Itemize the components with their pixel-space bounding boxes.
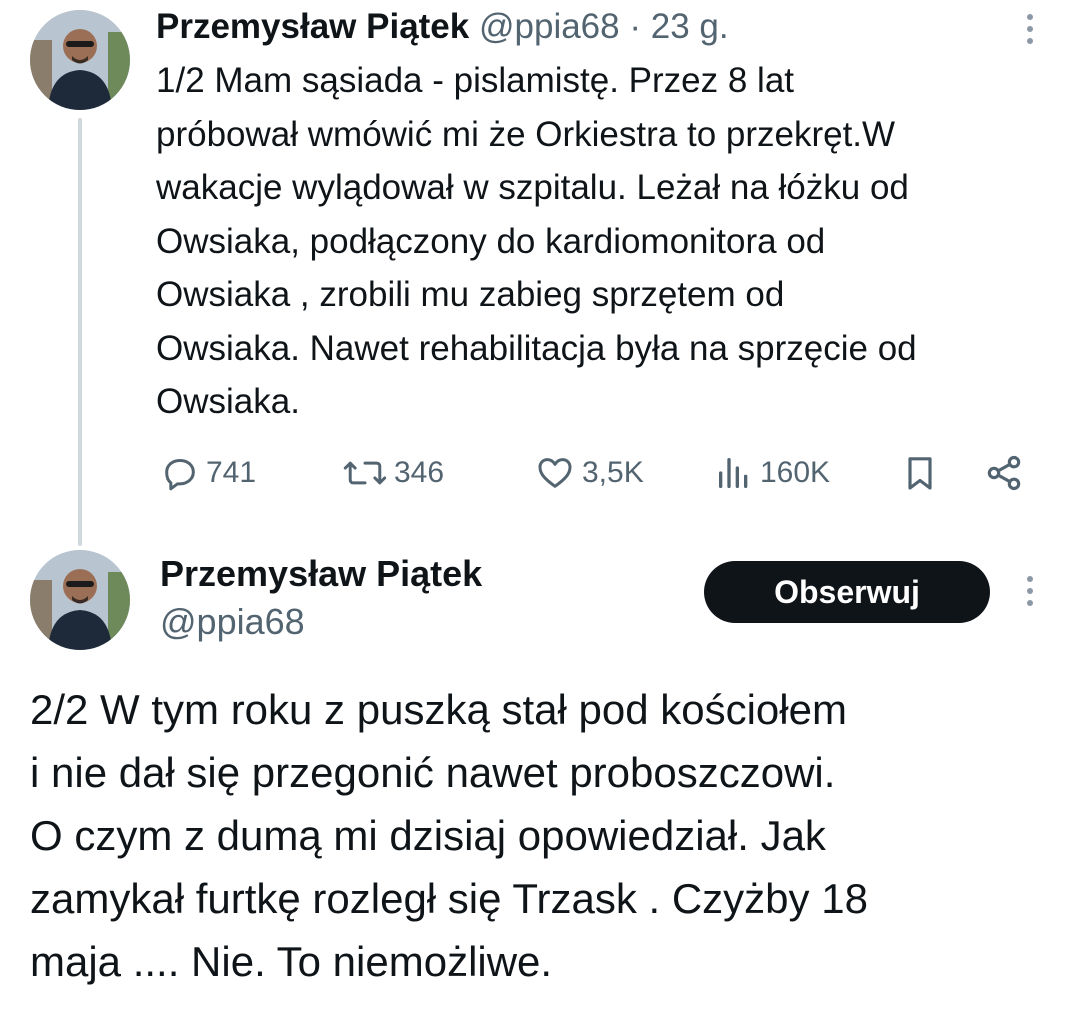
author-name[interactable]: Przemysław Piątek: [160, 552, 482, 596]
tweet-text-line: Owsiaka , zrobili mu zabieg sprzętem od: [156, 275, 785, 314]
avatar[interactable]: [30, 10, 130, 110]
bar-chart-icon: [719, 458, 748, 488]
repost-count: 346: [394, 456, 445, 489]
tweet-text-line: Owsiaka, podłączony do kardiomonitora od: [156, 221, 826, 261]
tweet-text-line: wakacje wylądował w szpitalu. Leżał na ł…: [156, 168, 909, 207]
tweet-text-line: 1/2 Mam sąsiada - pislamistę. Przez 8 la…: [156, 61, 795, 100]
meta-separator: ·: [629, 7, 642, 46]
reply-count: 741: [206, 456, 257, 489]
tweet-text-line: zamykał furtkę rozległ się Trzask . Czyż…: [30, 875, 868, 922]
tweet-text-line: i nie dał się przegonić nawet proboszczo…: [30, 749, 836, 796]
share-button[interactable]: [984, 448, 1030, 498]
author-handle[interactable]: @ppia68: [479, 7, 620, 46]
more-options-icon[interactable]: [1024, 576, 1036, 612]
more-options-icon[interactable]: [1024, 14, 1036, 50]
views-button[interactable]: 160K: [714, 448, 830, 498]
author-name[interactable]: Przemysław Piątek: [156, 7, 469, 46]
like-count: 3,5K: [582, 456, 644, 489]
tweet-text-line: maja .... Nie. To niemożliwe.: [30, 938, 553, 985]
follow-button[interactable]: Obserwuj: [704, 561, 990, 623]
tweet-time[interactable]: 23 g.: [651, 7, 729, 46]
repost-button[interactable]: 346: [342, 448, 444, 498]
views-count: 160K: [760, 456, 831, 489]
speech-bubble-icon: [165, 459, 195, 491]
tweet2-text: 2/2 W tym roku z puszką stał pod kościoł…: [30, 678, 1060, 993]
tweet-actions: 741 346 3,5K 160K: [156, 448, 1036, 498]
tweet-text-line: próbował wmówić mi że Orkiestra to przek…: [156, 114, 896, 154]
like-button[interactable]: 3,5K: [534, 448, 644, 498]
tweet1-header: Przemysław Piątek @ppia68 · 23 g.: [156, 6, 729, 48]
thread-connector-line: [78, 118, 82, 546]
author-handle[interactable]: @ppia68: [160, 600, 305, 644]
tweet-text-line: 2/2 W tym roku z puszką stał pod kościoł…: [30, 686, 847, 733]
tweet-text-line: Owsiaka. Nawet rehabilitacja była na spr…: [156, 328, 917, 368]
tweet-text-line: Owsiaka.: [156, 382, 300, 421]
tweet1-text: 1/2 Mam sąsiada - pislamistę. Przez 8 la…: [156, 54, 1056, 429]
bookmark-icon: [908, 457, 932, 490]
reply-button[interactable]: 741: [160, 448, 256, 498]
avatar[interactable]: [30, 550, 130, 650]
repost-arrows-icon: [343, 461, 387, 485]
tweet-text-line: O czym z dumą mi dzisiaj opowiedział. Ja…: [30, 812, 826, 859]
heart-icon: [538, 458, 572, 488]
bookmark-button[interactable]: [900, 448, 946, 498]
share-icon: [987, 455, 1021, 491]
